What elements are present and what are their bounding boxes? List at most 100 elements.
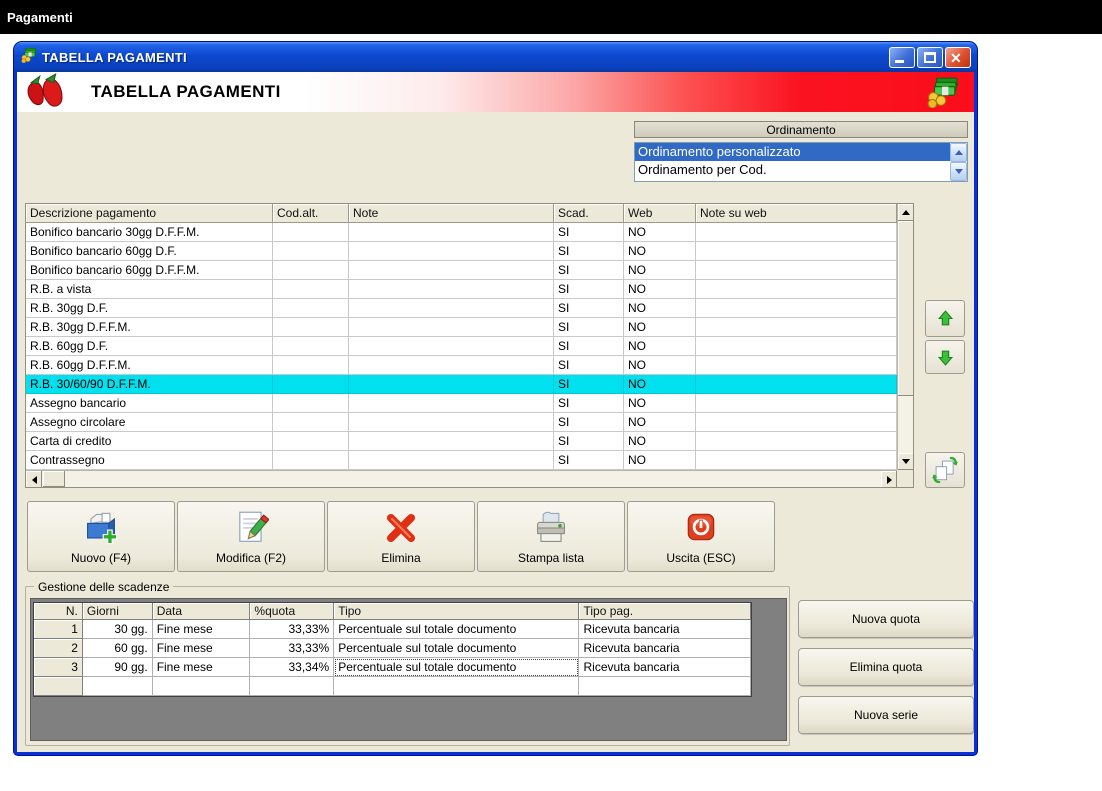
cell-cod_alt [273,451,349,470]
vertical-scroll-thumb[interactable] [898,221,914,396]
scroll-down-icon[interactable] [898,453,914,470]
move-up-button[interactable] [925,300,965,337]
modifica-button[interactable]: Modifica (F2) [177,501,325,572]
column-header-note-su-web[interactable]: Note su web [696,204,897,223]
close-button[interactable]: ✕ [945,46,971,68]
maximize-button[interactable] [917,46,943,68]
elimina-button[interactable]: Elimina [327,501,475,572]
payment-row[interactable]: R.B. 30/60/90 D.F.F.M. SI NO [26,375,913,394]
payment-row[interactable]: R.B. 60gg D.F.F.M. SI NO [26,356,913,375]
cell-cod_alt [273,413,349,432]
cell-note [349,413,554,432]
cell-web: NO [624,223,696,242]
ordinamento-label: Ordinamento [634,121,968,138]
scroll-up-icon[interactable] [898,204,914,221]
nuovo-label: Nuovo (F4) [70,551,132,565]
cell-scad: SI [554,413,624,432]
cell-cod_alt [273,375,349,394]
payment-row[interactable]: Assegno circolare SI NO [26,413,913,432]
scadenza-row[interactable]: 3 90 gg. Fine mese 33,34% Percentuale sul to… [34,658,751,677]
refresh-pages-icon [932,457,958,483]
edit-icon [233,510,270,553]
payment-row[interactable]: R.B. 30gg D.F. SI NO [26,299,913,318]
cell-cod_alt [273,261,349,280]
cell-web: NO [624,242,696,261]
taskbar: Pagamenti [0,0,1102,34]
column-header-scad[interactable]: Scad. [554,204,624,223]
minimize-button[interactable] [889,46,915,68]
cell-data [152,677,251,696]
cell-note_su_web [696,394,897,413]
printer-icon [532,510,570,551]
horizontal-scroll-thumb[interactable] [43,471,65,487]
cell-note_su_web [696,451,897,470]
nuova-serie-button[interactable]: Nuova serie [798,696,974,734]
cell-scad: SI [554,318,624,337]
cell-scad: SI [554,280,624,299]
cell-descrizione: R.B. 30gg D.F.F.M. [26,318,273,337]
scroll-left-icon[interactable] [26,471,42,488]
cell-cod_alt [273,242,349,261]
cell-quota [250,677,335,696]
scadenza-row[interactable] [34,677,751,696]
scadenza-row[interactable]: 2 60 gg. Fine mese 33,33% Percentuale sul to… [34,639,751,658]
payment-row[interactable]: R.B. a vista SI NO [26,280,913,299]
payment-row[interactable]: Contrassegno SI NO [26,451,913,470]
payment-row[interactable]: Carta di credito SI NO [26,432,913,451]
cell-giorni: 60 gg. [82,639,153,658]
uscita-label: Uscita (ESC) [666,551,736,565]
scadenze-table-header: N. Giorni Data %quota Tipo Tipo pag. [34,603,751,620]
cell-note [349,337,554,356]
elimina-quota-button[interactable]: Elimina quota [798,648,974,686]
money-icon [20,47,37,68]
cell-quota: 33,34% [250,658,335,677]
cell-cod_alt [273,432,349,451]
cell-descrizione: R.B. 60gg D.F.F.M. [26,356,273,375]
nuova-quota-button[interactable]: Nuova quota [798,600,974,638]
scroll-down-icon[interactable] [950,162,967,181]
column-header-web[interactable]: Web [624,204,696,223]
cell-data: Fine mese [152,658,251,677]
cell-descrizione: Bonifico bancario 60gg D.F. [26,242,273,261]
payment-row[interactable]: Bonifico bancario 60gg D.F.F.M. SI NO [26,261,913,280]
cell-tipo_pag: Ricevuta bancaria [579,658,751,677]
scroll-right-icon[interactable] [881,471,897,488]
ordinamento-option[interactable]: Ordinamento personalizzato [635,143,950,161]
scroll-up-icon[interactable] [950,143,967,162]
cell-scad: SI [554,451,624,470]
payment-row[interactable]: Bonifico bancario 30gg D.F.F.M. SI NO [26,223,913,242]
cell-data: Fine mese [152,639,251,658]
vertical-scrollbar[interactable] [897,204,914,470]
cell-note [349,375,554,394]
column-header-cod-alt[interactable]: Cod.alt. [273,204,349,223]
horizontal-scrollbar[interactable] [26,470,897,488]
stampa-label: Stampa lista [517,551,585,565]
cell-note_su_web [696,299,897,318]
cell-tipo: Percentuale sul totale documento [334,620,580,639]
delete-x-icon [382,510,420,551]
payment-row[interactable]: R.B. 30gg D.F.F.M. SI NO [26,318,913,337]
move-down-button[interactable] [925,340,965,374]
payment-row[interactable]: R.B. 60gg D.F. SI NO [26,337,913,356]
refresh-list-button[interactable] [925,452,965,488]
cell-tipo_pag: Ricevuta bancaria [579,639,751,658]
money-icon [924,76,960,113]
cell-web: NO [624,356,696,375]
cell-scad: SI [554,394,624,413]
strawberry-icon [21,72,67,113]
minimize-icon [895,59,904,63]
ordinamento-scrollbar[interactable] [950,143,967,181]
ordinamento-option[interactable]: Ordinamento per Cod. [635,161,950,179]
scadenza-row[interactable]: 1 30 gg. Fine mese 33,33% Percentuale sul to… [34,620,751,639]
payment-row[interactable]: Bonifico bancario 60gg D.F. SI NO [26,242,913,261]
payments-table-header: Descrizione pagamento Cod.alt. Note Scad… [26,204,913,223]
cell-n: 2 [34,639,83,658]
nuovo-button[interactable]: Nuovo (F4) [27,501,175,572]
column-header-note[interactable]: Note [349,204,554,223]
cell-scad: SI [554,242,624,261]
payment-row[interactable]: Assegno bancario SI NO [26,394,913,413]
uscita-button[interactable]: Uscita (ESC) [627,501,775,572]
column-header-descrizione[interactable]: Descrizione pagamento [26,204,273,223]
cell-cod_alt [273,394,349,413]
stampa-button[interactable]: Stampa lista [477,501,625,572]
